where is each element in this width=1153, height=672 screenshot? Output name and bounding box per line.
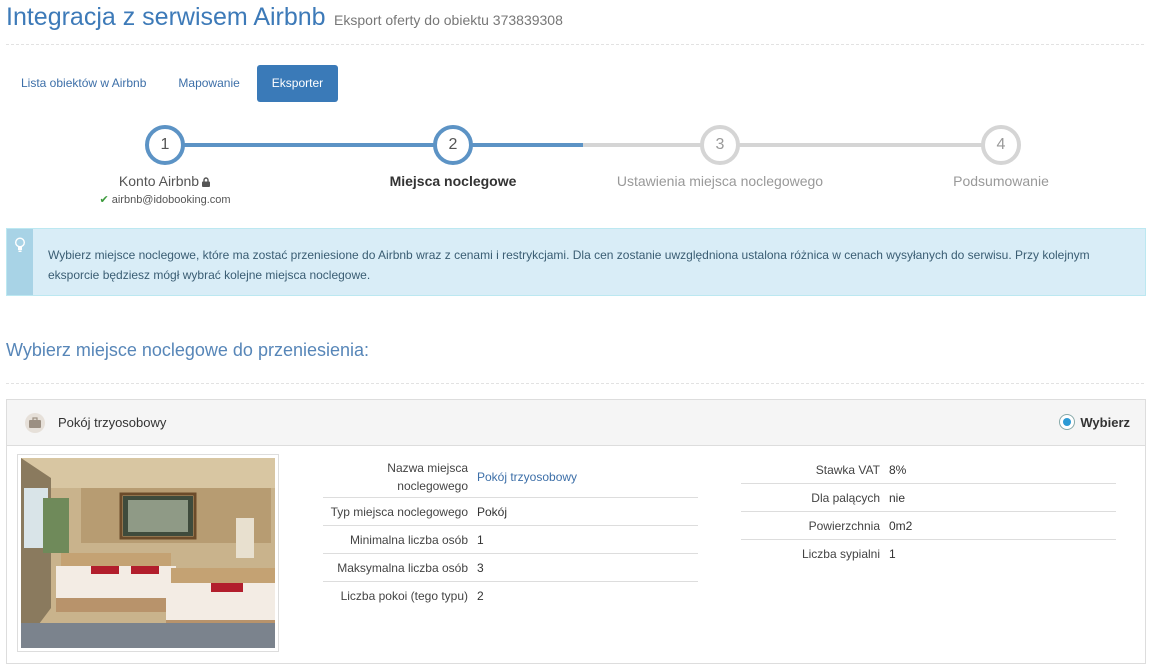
section-title: Wybierz miejsce noclegowe do przeniesien… — [6, 340, 1144, 384]
step-accommodation-settings[interactable]: 3 Ustawienia miejsca noclegowego — [600, 125, 840, 189]
tab-airbnb-objects[interactable]: Lista obiektów w Airbnb — [6, 65, 161, 102]
page-title: Integracja z serwisem Airbnb — [6, 3, 326, 31]
check-icon: ✔ — [99, 194, 109, 206]
prop-row: Dla palących nie — [741, 484, 1116, 512]
step-circle: 3 — [700, 125, 740, 165]
info-alert: Wybierz miejsce noclegowe, które ma zost… — [6, 228, 1146, 296]
prop-row: Maksymalna liczba osób 3 — [323, 554, 698, 582]
prop-row: Liczba pokoi (tego typu) 2 — [340, 589, 484, 603]
room-photo — [17, 454, 279, 652]
room-name-link[interactable]: Pokój trzyosobowy — [477, 468, 577, 486]
lightbulb-icon — [14, 237, 26, 252]
select-room-radio[interactable]: Wybierz — [1059, 414, 1130, 430]
tab-bar: Lista obiektów w Airbnb Mapowanie Ekspor… — [6, 65, 340, 102]
tab-exporter[interactable]: Eksporter — [256, 65, 339, 102]
step-label: Ustawienia miejsca noclegowego — [616, 173, 824, 189]
prop-row: Typ miejsca noclegowego Pokój — [323, 498, 698, 526]
select-label: Wybierz — [1080, 414, 1130, 430]
account-email: airbnb@idobooking.com — [111, 194, 231, 206]
step-summary[interactable]: 4 Podsumowanie — [881, 125, 1121, 189]
step-circle: 4 — [981, 125, 1021, 165]
step-circle: 1 — [145, 125, 185, 165]
room-card: Pokój trzyosobowy Wybierz Nazwa miejsca … — [6, 399, 1146, 664]
lock-icon — [202, 177, 211, 188]
prop-row: Minimalna liczba osób 1 — [323, 526, 698, 554]
prop-row: Nazwa miejsca noclegowego Pokój trzyosob… — [323, 456, 698, 498]
suitcase-icon — [29, 417, 41, 428]
room-card-header: Pokój trzyosobowy Wybierz — [7, 400, 1145, 446]
radio-selected-icon[interactable] — [1059, 414, 1076, 430]
step-label: Podsumowanie — [953, 173, 1049, 189]
step-circle: 2 — [433, 125, 473, 165]
alert-text: Wybierz miejsce noclegowe, które ma zost… — [48, 248, 1090, 282]
room-properties-right: Stawka VAT 8% Dla palących nie Powierzch… — [741, 456, 1116, 568]
room-name: Pokój trzyosobowy — [58, 415, 167, 430]
step-accommodations[interactable]: 2 Miejsca noclegowe — [333, 125, 573, 189]
step-label: Konto Airbnb — [118, 173, 200, 189]
room-properties-left: Nazwa miejsca noclegowego Pokój trzyosob… — [323, 456, 698, 610]
prop-row: Powierzchnia 0m2 — [741, 512, 1116, 540]
wizard-stepper: 1 Konto Airbnb ✔ airbnb@idobooking.com 2… — [0, 125, 1153, 215]
prop-row: Liczba sypialni 1 — [801, 547, 896, 561]
page-subtitle: Eksport oferty do obiektu 373839308 — [334, 12, 563, 28]
tab-mapping[interactable]: Mapowanie — [163, 65, 254, 102]
step-account[interactable]: 1 Konto Airbnb ✔ airbnb@idobooking.com — [45, 125, 285, 206]
page-header: Integracja z serwisem Airbnb Eksport ofe… — [6, 3, 1144, 45]
prop-row: Stawka VAT 8% — [741, 456, 1116, 484]
step-label: Miejsca noclegowe — [389, 173, 517, 189]
